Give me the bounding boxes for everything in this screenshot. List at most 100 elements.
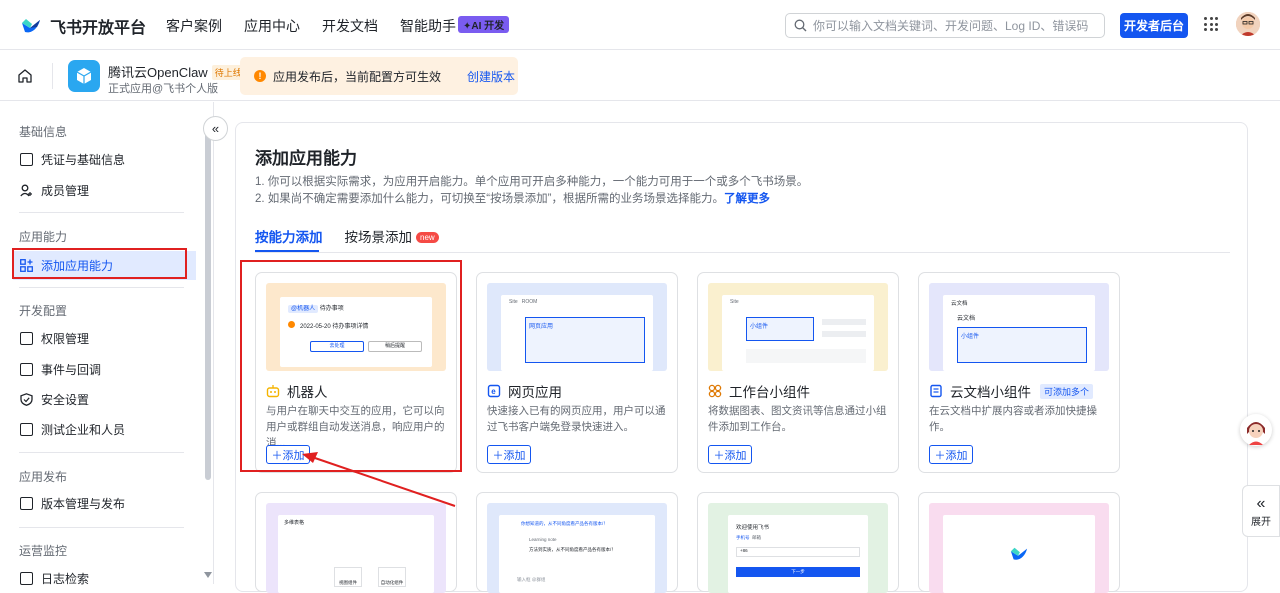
preview-placeholder xyxy=(822,331,866,337)
svg-text:e: e xyxy=(491,387,496,396)
app-header-bar: 腾讯云OpenClaw 待上线 正式应用@飞书个人版 ! 应用发布后，当前配置方可… xyxy=(0,51,1280,101)
shield-icon xyxy=(20,393,33,406)
multiple-badge: 可添加多个 xyxy=(1040,383,1094,399)
card-title-text: 工作台小组件 xyxy=(729,385,810,400)
expand-label: 展开 xyxy=(1251,516,1271,528)
sidebar-group-dev-config: 开发配置 xyxy=(19,304,68,318)
sidebar-item-security[interactable]: 安全设置 xyxy=(13,385,196,414)
nav-dev-docs[interactable]: 开发文档 xyxy=(322,16,378,36)
tab-by-scenario-label: 按场景添加 xyxy=(344,230,413,245)
preview-tab-1: 手机号 xyxy=(736,535,750,540)
nav-smart-assistant-label: 智能助手 xyxy=(400,18,456,34)
tab-by-capability[interactable]: 按能力添加 xyxy=(255,226,323,246)
preview-widget-frame: 小组件 xyxy=(746,317,814,341)
preview-window: 欢迎使用飞书 手机号 邮箱 +86 下一步 xyxy=(728,515,868,593)
preview-btn: 视图组件 xyxy=(334,567,362,587)
double-chevron-left-icon: « xyxy=(1256,494,1266,512)
bitable-preview: 多维表格 视图组件 自动化组件 xyxy=(266,503,446,593)
home-icon[interactable] xyxy=(17,68,33,84)
assistant-avatar-button[interactable] xyxy=(1240,414,1272,446)
card-title: e 网页应用 xyxy=(487,381,562,401)
app-name-text: 腾讯云OpenClaw xyxy=(108,65,208,80)
sidebar-item-permissions[interactable]: 权限管理 xyxy=(13,324,196,353)
developer-console-button[interactable]: 开发者后台 xyxy=(1120,13,1188,38)
sidebar-item-credentials[interactable]: 凭证与基础信息 xyxy=(13,145,196,174)
expand-panel-button[interactable]: « 展开 xyxy=(1242,485,1280,537)
preview-tab-2: 邮箱 xyxy=(752,535,762,540)
preview-tab-1: Site xyxy=(509,299,518,305)
add-doc-widget-button[interactable]: ＋添加 xyxy=(929,445,973,464)
search-icon xyxy=(794,19,807,32)
log-icon xyxy=(20,572,33,585)
preview-line: 你想知道的，从不同角度看产品各有版本/！ xyxy=(521,521,608,526)
sidebar-group-publish: 应用发布 xyxy=(19,470,68,484)
sidebar-item-label: 版本管理与发布 xyxy=(41,497,126,511)
preview-tab-2: ROOM xyxy=(521,299,538,305)
capability-card-row2-4[interactable] xyxy=(918,492,1120,593)
annotation-highlight-box xyxy=(12,248,187,279)
capability-card-web-app[interactable]: Site ROOM 网页应用 e 网页应用 快速接入已有的网页应用，用户可以通过飞… xyxy=(476,272,678,473)
tab-by-scenario[interactable]: 按场景添加 new xyxy=(345,226,439,246)
user-add-icon xyxy=(20,184,32,197)
create-version-link[interactable]: 创建版本 xyxy=(467,68,515,85)
tab-divider xyxy=(255,252,1230,253)
web-app-preview: Site ROOM 网页应用 xyxy=(487,283,667,371)
divider xyxy=(19,287,184,288)
warning-icon: ! xyxy=(254,70,266,82)
preview-tabs: Site ROOM xyxy=(509,299,537,305)
preview-title: 欢迎使用飞书 xyxy=(736,525,770,531)
new-badge: new xyxy=(416,232,439,243)
capability-card-row2-2[interactable]: 你想知道的，从不同角度看产品各有版本/！ Learning note 方法到实质… xyxy=(476,492,678,593)
brand-name: 飞书开放平台 xyxy=(50,20,147,37)
capability-card-row2-1[interactable]: 多维表格 视图组件 自动化组件 xyxy=(255,492,457,593)
capability-card-doc-widget[interactable]: 云文档 云文档 小组件 云文档小组件 可添加多个 在云文档中扩展内容或者添加快捷操… xyxy=(918,272,1120,473)
search-input[interactable] xyxy=(813,18,1093,33)
sidebar-group-monitoring: 运营监控 xyxy=(19,544,68,558)
sidebar-scrollbar[interactable] xyxy=(205,120,211,480)
page-title: 添加应用能力 xyxy=(255,149,357,168)
card-title: 云文档小组件 可添加多个 xyxy=(929,381,1094,401)
notice-text: 应用发布后，当前配置方可生效 xyxy=(273,69,442,84)
scroll-down-arrow-icon[interactable] xyxy=(204,572,212,578)
apps-grid-icon[interactable] xyxy=(1204,17,1218,31)
preview-window: 云文档 云文档 小组件 xyxy=(943,295,1095,371)
id-card-icon xyxy=(20,153,33,166)
publish-notice: ! 应用发布后，当前配置方可生效 创建版本 xyxy=(240,57,518,95)
sidebar-item-members[interactable]: 成员管理 xyxy=(13,176,196,205)
preview-title: 多维表格 xyxy=(284,520,305,526)
lock-icon xyxy=(20,332,33,345)
capability-card-workbench-widget[interactable]: Site 小组件 工作台小组件 将数据图表、图文资讯等信息通过小组件添加到工作台… xyxy=(697,272,899,473)
app-name: 腾讯云OpenClaw 待上线 xyxy=(108,62,245,81)
card-title-text: 网页应用 xyxy=(508,385,562,400)
preview-line: Learning note xyxy=(529,537,557,542)
search-box[interactable] xyxy=(785,13,1105,38)
collapse-sidebar-button[interactable]: « xyxy=(203,116,228,141)
add-widget-button[interactable]: ＋添加 xyxy=(708,445,752,464)
add-web-app-button[interactable]: ＋添加 xyxy=(487,445,531,464)
learn-more-link[interactable]: 了解更多 xyxy=(724,193,770,205)
card-description: 快速接入已有的网页应用，用户可以通过飞书客户端免登录快速进入。 xyxy=(487,405,666,433)
event-plus-icon xyxy=(20,363,33,376)
preview-btn: 下一步 xyxy=(736,567,860,577)
sidebar-item-label: 安全设置 xyxy=(41,393,90,407)
app-icon xyxy=(68,60,100,92)
sidebar-item-test-enterprise[interactable]: 测试企业和人员 xyxy=(13,415,196,444)
sidebar-item-events[interactable]: 事件与回调 xyxy=(13,355,196,384)
sidebar-item-version-release[interactable]: 版本管理与发布 xyxy=(13,489,196,518)
sidebar-item-log-search[interactable]: 日志检索 xyxy=(13,564,196,593)
preview-input: 输入框 @群组 xyxy=(517,577,546,582)
annotation-highlight-box xyxy=(240,260,462,472)
preview-web-frame: 网页应用 xyxy=(525,317,645,363)
feishu-logo[interactable]: 飞书开放平台 xyxy=(20,14,146,38)
login-preview: 欢迎使用飞书 手机号 邮箱 +86 下一步 xyxy=(708,503,888,593)
user-avatar[interactable] xyxy=(1236,12,1260,36)
divider xyxy=(19,527,184,528)
sidebar: 基础信息 凭证与基础信息 成员管理 应用能力 添加应用能力 开发配置 权限管理 … xyxy=(0,102,214,586)
preview-window: Site 小组件 xyxy=(722,295,874,371)
app-subtitle: 正式应用@飞书个人版 xyxy=(108,83,219,95)
nav-customer-cases[interactable]: 客户案例 xyxy=(166,16,222,36)
capability-card-row2-3[interactable]: 欢迎使用飞书 手机号 邮箱 +86 下一步 xyxy=(697,492,899,593)
nav-app-center[interactable]: 应用中心 xyxy=(244,16,300,36)
nav-smart-assistant[interactable]: 智能助手 ✦AI 开发 xyxy=(400,16,510,36)
preview-line: 方法到实质，从不同角度看产品各有版本/！ xyxy=(529,547,616,552)
